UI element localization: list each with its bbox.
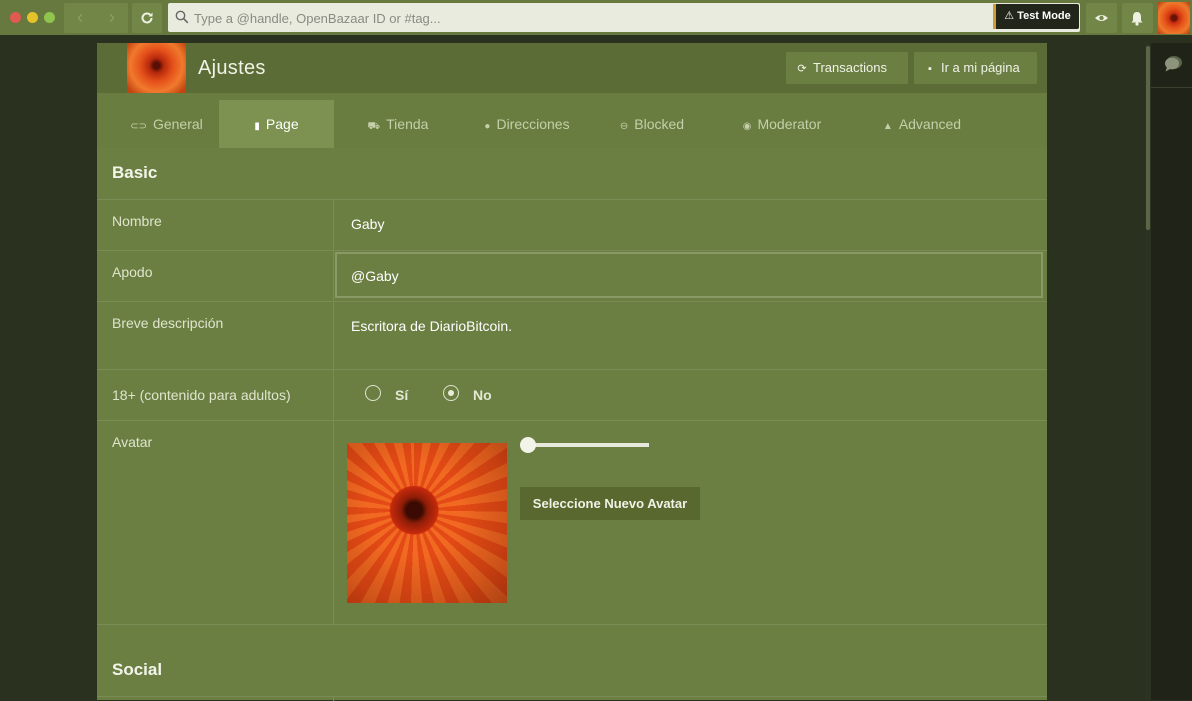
chevron-right-icon: › <box>109 7 115 27</box>
name-label: Nombre <box>112 213 162 229</box>
row-divider <box>333 421 334 625</box>
window-maximize-dot[interactable] <box>44 12 55 23</box>
browser-toolbar: ‹ › ⚠ Test Mode <box>0 0 1192 35</box>
section-title-basic: Basic <box>112 163 158 182</box>
chat-sidebar <box>1151 43 1192 700</box>
field-row-avatar: Avatar Seleccione Nuevo Avatar <box>97 420 1047 625</box>
page-icon: ▪ <box>928 63 932 75</box>
settings-header: Ajustes ⟳ Transactions ▪ Ir a mi página <box>97 43 1047 93</box>
cart-icon: ⛟ <box>367 121 381 132</box>
transactions-label: Transactions <box>813 60 887 75</box>
page-icon: ▮ <box>254 121 260 132</box>
row-divider <box>333 251 334 302</box>
tab-moderator[interactable]: ◉ Moderator <box>722 100 842 148</box>
tab-general[interactable]: ⊂⊃ General <box>109 100 224 148</box>
row-divider <box>333 697 334 701</box>
bell-icon <box>1131 12 1143 26</box>
tab-label: Blocked <box>634 116 685 132</box>
reload-icon <box>141 12 153 24</box>
tab-advanced[interactable]: ▲ Advanced <box>857 100 987 148</box>
tab-label: Advanced <box>898 116 962 132</box>
nsfw-no-radio[interactable] <box>443 385 459 401</box>
avatar-zoom-slider[interactable] <box>527 443 649 447</box>
profile-avatar <box>127 43 186 93</box>
go-to-my-page-button[interactable]: ▪ Ir a mi página <box>914 52 1037 84</box>
field-row-handle: Apodo @Gaby <box>97 250 1047 302</box>
search-icon <box>175 10 189 24</box>
field-row-description: Breve descripción Escritora de DiarioBit… <box>97 301 1047 370</box>
test-mode-label: Test Mode <box>1017 10 1071 22</box>
page-title: Ajustes <box>198 57 266 79</box>
chevron-left-icon: ‹ <box>77 7 83 27</box>
social-section: Social <box>97 624 1047 701</box>
warning-icon: ⚠ <box>1004 10 1015 22</box>
chat-icon[interactable] <box>1163 55 1183 73</box>
nsfw-yes-radio[interactable] <box>365 385 381 401</box>
row-divider <box>333 302 334 370</box>
nsfw-no-label[interactable]: No <box>473 387 492 403</box>
forward-button[interactable]: › <box>96 3 128 33</box>
map-pin-icon: ● <box>484 121 491 132</box>
handle-label: Apodo <box>112 264 153 280</box>
eye-icon <box>1095 15 1108 21</box>
avatar-preview-image <box>347 443 507 603</box>
flask-icon: ▲ <box>882 121 893 132</box>
row-divider <box>333 370 334 421</box>
window-minimize-dot[interactable] <box>27 12 38 23</box>
tab-blocked[interactable]: ⊖ Blocked <box>597 100 707 148</box>
tab-tienda[interactable]: ⛟ Tienda <box>334 100 462 148</box>
field-row-name: Nombre Gaby <box>97 199 1047 251</box>
link-icon: ⊂⊃ <box>130 121 147 132</box>
name-field[interactable]: Gaby <box>351 216 384 232</box>
social-first-row <box>97 696 1047 701</box>
tab-page[interactable]: ▮ Page <box>219 100 334 148</box>
tab-label: Direcciones <box>496 116 570 132</box>
view-as-button[interactable] <box>1086 3 1117 33</box>
test-mode-badge[interactable]: ⚠ Test Mode <box>993 4 1079 29</box>
description-field[interactable]: Escritora de DiarioBitcoin. <box>351 318 512 334</box>
notifications-button[interactable] <box>1122 3 1153 33</box>
section-title-social: Social <box>112 660 163 679</box>
avatar-zoom-handle[interactable] <box>520 437 536 453</box>
field-row-nsfw: 18+ (contenido para adultos) Sí No <box>97 369 1047 421</box>
row-divider <box>333 200 334 251</box>
description-label: Breve descripción <box>112 315 224 331</box>
nsfw-yes-label[interactable]: Sí <box>395 387 408 403</box>
tab-direcciones[interactable]: ● Direcciones <box>462 100 592 148</box>
back-button[interactable]: ‹ <box>64 3 96 33</box>
select-new-avatar-button[interactable]: Seleccione Nuevo Avatar <box>520 487 700 520</box>
search-input[interactable] <box>192 5 956 31</box>
user-avatar[interactable] <box>1158 2 1190 34</box>
chat-divider <box>1151 87 1192 88</box>
nsfw-label: 18+ (contenido para adultos) <box>112 387 291 403</box>
settings-panel: Ajustes ⟳ Transactions ▪ Ir a mi página ⊂⊃… <box>97 43 1047 701</box>
tab-label: Page <box>265 116 299 132</box>
blocked-icon: ⊖ <box>619 121 629 132</box>
navigation-group: ‹ › <box>64 3 128 33</box>
settings-tabs: ⊂⊃ General ▮ Page ⛟ Tienda ● Direcciones ⊖ Bl… <box>97 93 1047 148</box>
transactions-icon: ⟳ <box>797 63 807 75</box>
tab-label: General <box>152 116 203 132</box>
go-to-my-page-label: Ir a mi página <box>941 60 1020 75</box>
reload-button[interactable] <box>132 3 162 33</box>
scrollbar-thumb[interactable] <box>1146 46 1150 230</box>
transactions-button[interactable]: ⟳ Transactions <box>786 52 908 84</box>
handle-field[interactable]: @Gaby <box>335 252 1043 298</box>
window-close-dot[interactable] <box>10 12 21 23</box>
address-bar[interactable]: ⚠ Test Mode <box>168 3 1080 32</box>
avatar-label: Avatar <box>112 434 153 450</box>
tab-label: Tienda <box>386 116 429 132</box>
compass-icon: ◉ <box>742 121 752 132</box>
tab-label: Moderator <box>757 116 822 132</box>
